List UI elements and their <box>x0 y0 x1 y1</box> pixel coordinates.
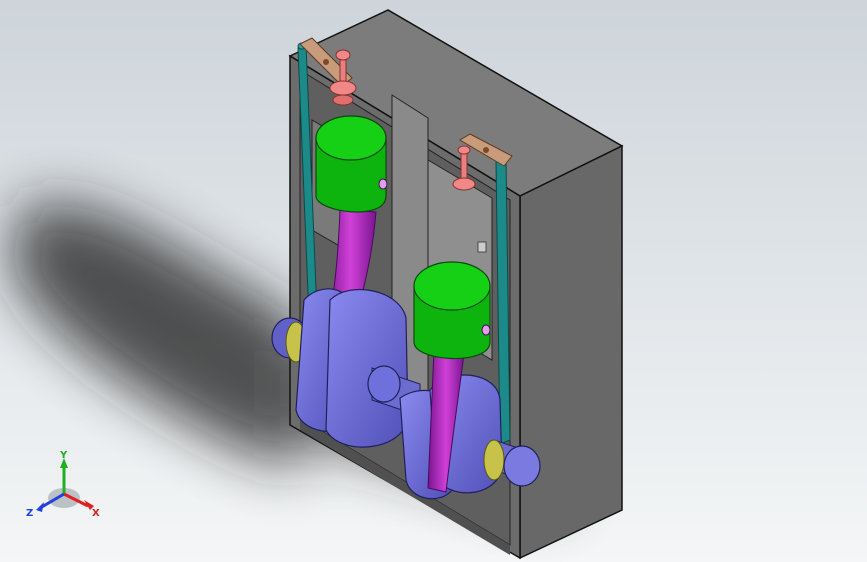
bushing-right <box>483 439 505 481</box>
piston-left[interactable] <box>315 115 388 213</box>
graphics-viewport[interactable]: Y X Z <box>0 0 867 562</box>
x-axis-label: X <box>92 508 100 519</box>
model-canvas[interactable]: Y X Z <box>0 0 867 562</box>
z-axis-label: Z <box>26 508 33 519</box>
y-axis-label: Y <box>59 450 68 461</box>
piston-right[interactable] <box>413 261 491 360</box>
